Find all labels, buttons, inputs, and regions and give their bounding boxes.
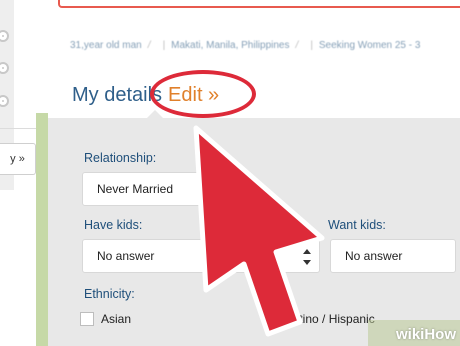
breadcrumb-item-location[interactable]: Makati, Manila, Philippines [171, 40, 289, 51]
edit-highlight-circle [150, 70, 256, 118]
want-kids-select[interactable]: No answer [330, 239, 456, 273]
details-heading: My details [72, 84, 163, 106]
help-icon[interactable] [0, 62, 9, 74]
breadcrumb-item-age[interactable]: 31,year old man [70, 40, 142, 51]
breadcrumb-separator: / [295, 40, 299, 51]
have-kids-select[interactable]: No answer [82, 239, 320, 273]
ethnicity-checkbox-asian[interactable] [80, 312, 94, 326]
relationship-select[interactable]: Never Married [82, 172, 206, 206]
ethnicity-checkbox-latino[interactable] [265, 312, 279, 326]
wikihow-watermark: wikiHow [395, 326, 456, 343]
breadcrumb: 31,year old man / | Makati, Manila, Philipp… [70, 40, 420, 51]
have-kids-value: No answer [97, 249, 155, 263]
have-kids-label: Have kids: [84, 218, 143, 232]
breadcrumb-separator: | [162, 40, 166, 51]
ethnicity-option-label: Asian [101, 312, 132, 326]
want-kids-label: Want kids: [328, 218, 386, 232]
left-panel-button[interactable]: y » [0, 143, 36, 175]
breadcrumb-separator: / [147, 40, 151, 51]
left-divider [0, 128, 36, 129]
top-highlight-box [58, 0, 460, 8]
left-card [0, 190, 37, 346]
help-icon[interactable] [0, 30, 9, 42]
ethnicity-label: Ethnicity: [84, 287, 135, 301]
help-icon[interactable] [0, 95, 9, 107]
breadcrumb-item-seeking[interactable]: Seeking Women 25 - 3 [319, 40, 421, 51]
breadcrumb-separator: | [310, 40, 313, 51]
select-arrows-icon [303, 249, 311, 265]
ethnicity-option-label: Latino / Hispanic [286, 312, 375, 326]
side-band [36, 113, 48, 346]
relationship-value: Never Married [97, 182, 174, 196]
want-kids-value: No answer [345, 249, 403, 263]
relationship-label: Relationship: [84, 151, 157, 165]
